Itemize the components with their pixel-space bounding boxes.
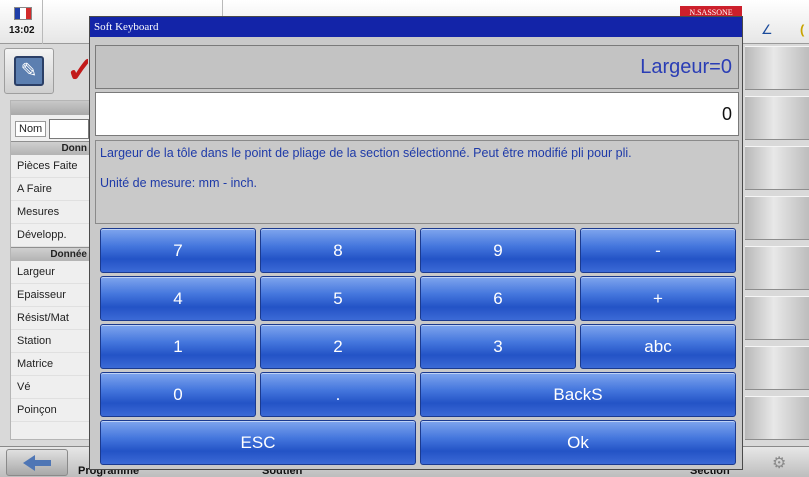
arrow-stem — [35, 459, 51, 466]
name-label: Nom — [15, 121, 47, 137]
esc-button[interactable]: ESC — [100, 420, 416, 465]
field-title: Largeur=0 — [640, 56, 732, 78]
key-dot[interactable]: . — [260, 372, 416, 417]
list-item: Station — [11, 330, 89, 353]
name-row: Nom — [11, 115, 89, 141]
list-item: Largeur — [11, 261, 89, 284]
angle-icon: ∠ — [761, 22, 773, 37]
list-item: Matrice — [11, 353, 89, 376]
section-header-donnees-pli: Donnée — [11, 247, 89, 261]
right-function-buttons — [745, 46, 809, 446]
arrow-left-icon — [23, 454, 35, 471]
value-text: 0 — [721, 104, 732, 124]
key-6[interactable]: 6 — [420, 276, 576, 321]
panel-header — [11, 101, 89, 115]
soft-keyboard-dialog: Soft Keyboard Largeur=0 0 Largeur de la … — [89, 16, 743, 470]
side-button[interactable] — [745, 96, 809, 140]
list-item: A Faire — [11, 178, 89, 201]
red-check-icon: ✓ — [66, 49, 88, 90]
top-separator — [42, 0, 43, 44]
unit-text: Unité de mesure: mm - inch. — [100, 176, 257, 190]
list-item: Pièces Faite — [11, 155, 89, 178]
key-backspace[interactable]: BackS — [420, 372, 736, 417]
edit-program-button[interactable]: ✎ — [4, 48, 54, 94]
program-data-panel: Nom Donn Pièces Faite A Faire Mesures Dé… — [10, 100, 90, 440]
key-1[interactable]: 1 — [100, 324, 256, 369]
key-abc[interactable]: abc — [580, 324, 736, 369]
value-display[interactable]: 0 — [95, 92, 739, 136]
name-input[interactable] — [49, 119, 89, 139]
list-item: Résist/Mat — [11, 307, 89, 330]
status-indicator-icon: ( — [800, 22, 805, 37]
keypad: 7 8 9 - 4 5 6 + 1 2 3 abc 0 . BackS ESC … — [100, 228, 737, 466]
tools-icon[interactable]: ⚙ — [772, 453, 786, 473]
side-button[interactable] — [745, 396, 809, 440]
side-button[interactable] — [745, 346, 809, 390]
dialog-title-bar: Soft Keyboard — [90, 17, 742, 37]
side-button[interactable] — [745, 296, 809, 340]
list-item: Développ. — [11, 224, 89, 247]
list-item: Epaisseur — [11, 284, 89, 307]
side-button[interactable] — [745, 146, 809, 190]
field-title-box: Largeur=0 — [95, 45, 739, 89]
key-minus[interactable]: - — [580, 228, 736, 273]
key-2[interactable]: 2 — [260, 324, 416, 369]
description-text: Largeur de la tôle dans le point de plia… — [100, 146, 632, 160]
side-button[interactable] — [745, 246, 809, 290]
list-item: Vé — [11, 376, 89, 399]
field-description: Largeur de la tôle dans le point de plia… — [95, 140, 739, 224]
ok-button[interactable]: Ok — [420, 420, 736, 465]
key-4[interactable]: 4 — [100, 276, 256, 321]
list-item: Poinçon — [11, 399, 89, 422]
key-plus[interactable]: + — [580, 276, 736, 321]
section-header-donnees: Donn — [11, 141, 89, 155]
list-item: Mesures — [11, 201, 89, 224]
side-button[interactable] — [745, 196, 809, 240]
key-0[interactable]: 0 — [100, 372, 256, 417]
key-3[interactable]: 3 — [420, 324, 576, 369]
clock: 13:02 — [9, 25, 35, 36]
side-button[interactable] — [745, 46, 809, 90]
key-8[interactable]: 8 — [260, 228, 416, 273]
key-7[interactable]: 7 — [100, 228, 256, 273]
pencil-icon: ✎ — [14, 56, 44, 86]
back-button[interactable] — [6, 449, 68, 476]
key-5[interactable]: 5 — [260, 276, 416, 321]
key-9[interactable]: 9 — [420, 228, 576, 273]
language-flag-icon[interactable] — [14, 7, 32, 20]
